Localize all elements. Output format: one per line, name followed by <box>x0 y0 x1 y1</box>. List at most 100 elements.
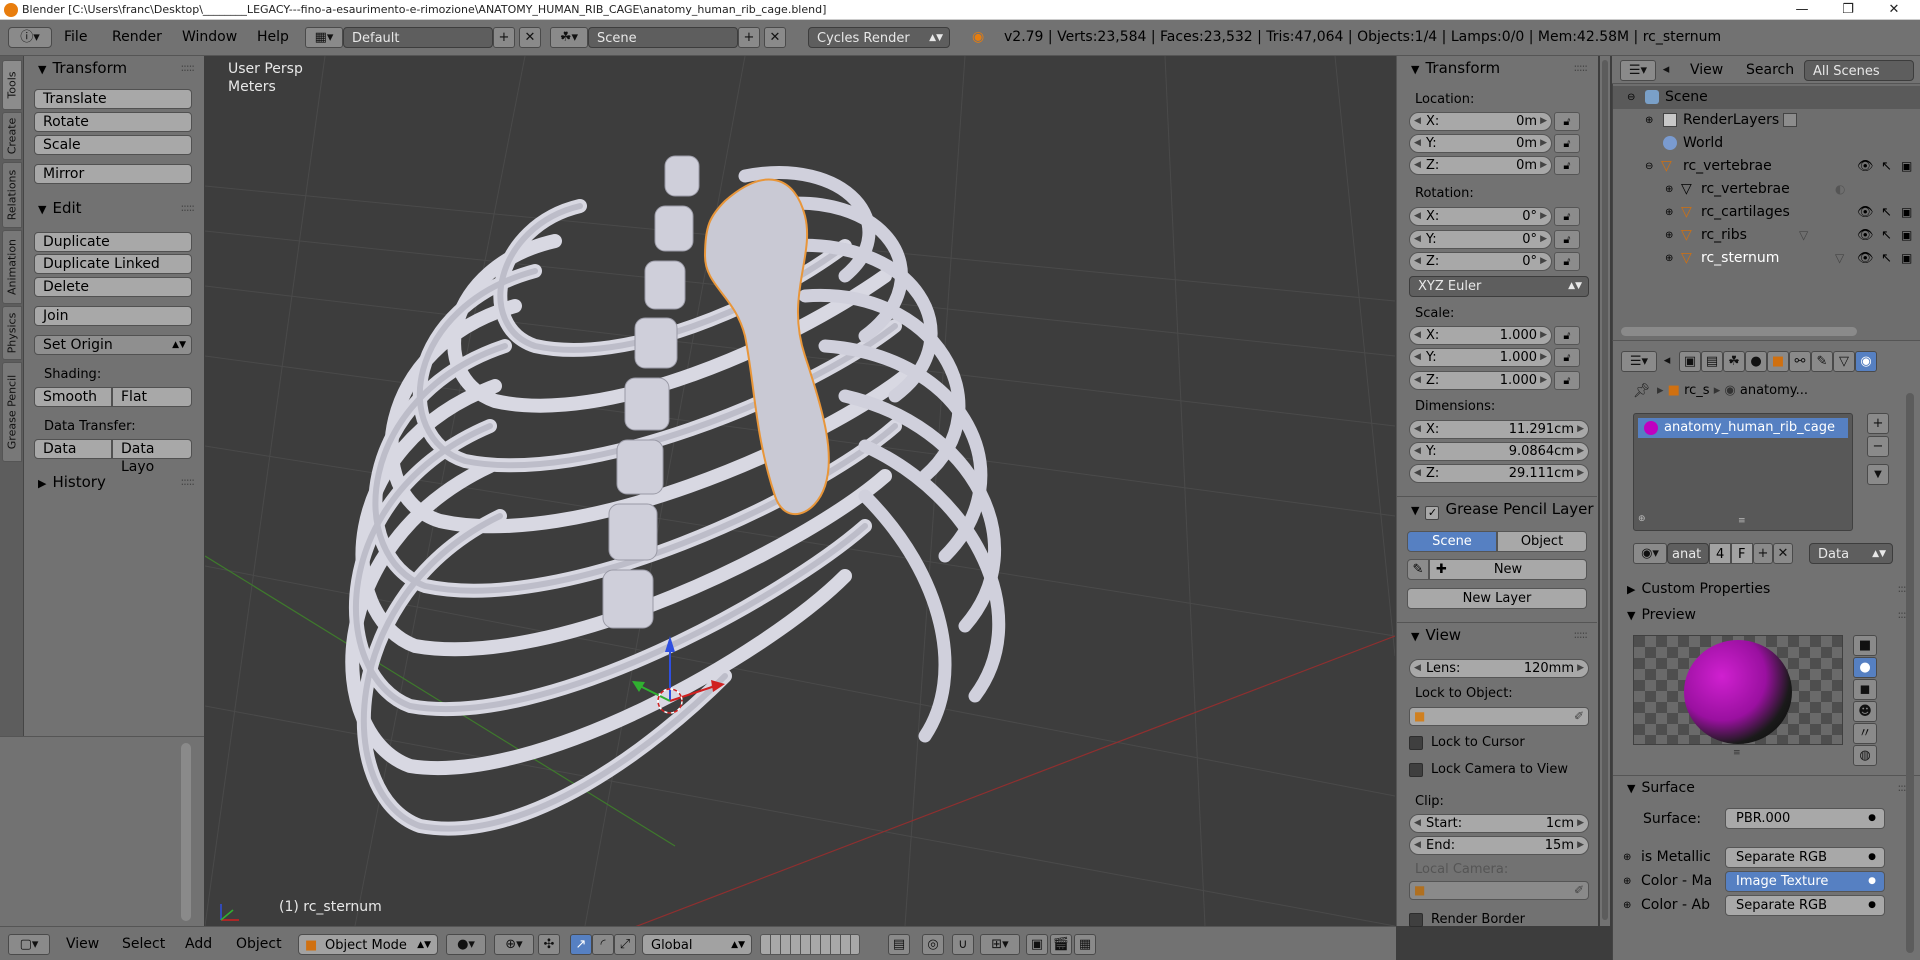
dimensions-y-field[interactable]: ◀ Y: 9.0864cm ▶ <box>1409 442 1589 461</box>
constraints-tab-icon[interactable]: ⚯ <box>1789 351 1811 372</box>
expand-input-icon[interactable]: ⊕ <box>1623 900 1631 911</box>
data-transfer-button[interactable]: Data <box>34 439 112 459</box>
lock-scale-y-icon[interactable]: 🔓︎ <box>1554 348 1580 367</box>
panel-edit-header[interactable]: ▼ Edit::::: <box>24 196 204 220</box>
expand-input-icon[interactable]: ⊕ <box>1623 876 1631 887</box>
menu-select[interactable]: Select <box>122 934 165 955</box>
proportional-edit-icon[interactable]: ◎ <box>922 934 944 955</box>
drag-grip-icon[interactable]: ::::: <box>180 196 194 220</box>
dimensions-z-field[interactable]: ◀ Z: 29.111cm ▶ <box>1409 464 1589 483</box>
scene-field[interactable]: Scene <box>588 27 738 48</box>
preview-header[interactable]: ▼ Preview::::: <box>1613 603 1920 627</box>
lock-rotation-x-icon[interactable]: 🔓︎ <box>1554 207 1580 226</box>
render-camera-icon[interactable]: ▣ <box>1901 247 1912 270</box>
preview-hair-icon[interactable]: 〃 <box>1853 723 1877 744</box>
color-ab-field[interactable]: Separate RGB ● <box>1725 895 1885 916</box>
surface-shader-field[interactable]: PBR.000 ● <box>1725 808 1885 829</box>
rotation-x-field[interactable]: ◀ X: 0° ▶ <box>1409 207 1552 226</box>
render-opengl-icon[interactable]: ▣ <box>1026 934 1048 955</box>
fake-user-button[interactable]: F <box>1731 543 1753 564</box>
duplicate-button[interactable]: Duplicate <box>34 232 192 252</box>
mode-dropdown[interactable]: ■ Object Mode ▲▼ <box>298 934 438 955</box>
editor-type-3d-view-icon[interactable]: ▢▾ <box>8 934 50 955</box>
rotation-y-field[interactable]: ◀ Y: 0° ▶ <box>1409 230 1552 249</box>
scale-manipulator-icon[interactable]: ⤢ <box>614 934 636 955</box>
material-browse-icon[interactable]: ◉▾ <box>1633 543 1667 564</box>
outliner-row-rc-sternum[interactable]: ⊕ ▽ rc_sternum ▽ 👁︎ ↖ ▣ <box>1613 247 1920 270</box>
rotation-z-field[interactable]: ◀ Z: 0° ▶ <box>1409 252 1552 271</box>
gp-new-button[interactable]: ✚ New <box>1429 559 1587 580</box>
modifiers-tab-icon[interactable]: ✎ <box>1811 351 1833 372</box>
outliner-row-renderlayers[interactable]: ⊕ RenderLayers <box>1613 109 1920 132</box>
rotation-mode-dropdown[interactable]: XYZ Euler ▲▼ <box>1409 276 1589 297</box>
3d-viewport[interactable]: User Persp Meters (1) rc_sternum <box>205 56 1395 926</box>
preview-sphere-icon[interactable]: ● <box>1853 657 1877 678</box>
outliner-scrollbar[interactable] <box>1621 327 1857 336</box>
outliner-menu-search[interactable]: Search <box>1746 60 1794 81</box>
header-collapse-icon[interactable]: ◂ <box>1658 60 1674 81</box>
remove-screen-icon[interactable]: ✕ <box>519 27 541 48</box>
grease-pencil-layer-header[interactable]: ▼ ✓ Grease Pencil Layer <box>1397 496 1597 520</box>
lock-location-z-icon[interactable]: 🔓︎ <box>1554 156 1580 175</box>
tool-shelf-scrollbar[interactable] <box>181 743 191 921</box>
eye-icon[interactable]: 👁︎ <box>1857 201 1874 224</box>
preview-flat-icon[interactable]: ■ <box>1853 635 1877 656</box>
transform-orientation-dropdown[interactable]: Global ▲▼ <box>642 934 752 955</box>
dimensions-x-field[interactable]: ◀ X: 11.291cm ▶ <box>1409 420 1589 439</box>
duplicate-linked-button[interactable]: Duplicate Linked <box>34 254 192 274</box>
gp-object-button[interactable]: Object <box>1497 531 1587 552</box>
properties-region-scrollbar[interactable] <box>1600 56 1610 926</box>
lock-to-object-field[interactable]: ■ ✐ <box>1409 707 1589 726</box>
layer-buttons[interactable] <box>760 934 860 955</box>
outliner-row-rc-cartilages[interactable]: ⊕ ▽ rc_cartilages 👁︎ ↖ ▣ <box>1613 201 1920 224</box>
color-ma-field[interactable]: Image Texture ● <box>1725 871 1885 892</box>
render-camera-icon[interactable]: ▣ <box>1901 155 1912 178</box>
lock-scale-x-icon[interactable]: 🔓︎ <box>1554 326 1580 345</box>
expand-input-icon[interactable]: ⊕ <box>1623 852 1631 863</box>
translate-manipulator-icon[interactable]: ↗ <box>570 934 592 955</box>
material-users-field[interactable]: 4 <box>1709 543 1731 564</box>
screen-layout-field[interactable]: Default <box>343 27 493 48</box>
surface-header[interactable]: ▼ Surface::::: <box>1613 775 1920 799</box>
drag-grip-icon[interactable]: ::::: <box>180 56 194 80</box>
slot-specials-icon[interactable]: ▼ <box>1867 464 1889 485</box>
lock-location-x-icon[interactable]: 🔓︎ <box>1554 112 1580 131</box>
scale-z-field[interactable]: ◀ Z: 1.000 ▶ <box>1409 371 1552 390</box>
render-engine-dropdown[interactable]: Cycles Render ▲▼ <box>808 27 950 48</box>
location-y-field[interactable]: ◀ Y: 0m ▶ <box>1409 134 1552 153</box>
scale-x-field[interactable]: ◀ X: 1.000 ▶ <box>1409 326 1552 345</box>
grease-pencil-checkbox[interactable]: ✓ <box>1425 506 1440 520</box>
flat-button[interactable]: Flat <box>112 387 192 407</box>
tab-tools[interactable]: Tools <box>2 60 22 110</box>
menu-add[interactable]: Add <box>185 934 212 955</box>
expand-icon[interactable]: ⊕ <box>1665 178 1673 201</box>
expand-icon[interactable]: ⊕ <box>1645 109 1653 132</box>
gp-scene-button[interactable]: Scene <box>1407 531 1497 552</box>
panel-transform-header[interactable]: ▼ Transform::::: <box>24 56 204 80</box>
snap-toggle-icon[interactable]: ∪ <box>952 934 974 955</box>
tab-relations[interactable]: Relations <box>2 162 22 228</box>
eye-icon[interactable]: 👁︎ <box>1857 247 1874 270</box>
drag-grip-icon[interactable]: ::::: <box>1573 56 1587 80</box>
render-tab-icon[interactable]: ▣ <box>1679 351 1701 372</box>
material-slot-row[interactable]: anatomy_human_rib_cage <box>1638 418 1848 438</box>
properties-editor-icon[interactable]: ☰▾ <box>1621 351 1657 372</box>
header-collapse-icon[interactable]: ◂ <box>1659 351 1675 372</box>
expand-icon[interactable]: ⊕ <box>1665 201 1673 224</box>
data-tab-icon[interactable]: ▽ <box>1833 351 1855 372</box>
render-camera-icon[interactable]: ▣ <box>1901 201 1912 224</box>
lock-camera-checkbox[interactable] <box>1409 763 1423 777</box>
lock-rotation-y-icon[interactable]: 🔓︎ <box>1554 230 1580 249</box>
outliner-row-rc-vertebrae-mesh[interactable]: ⊕ ▽ rc_vertebrae ◐ <box>1613 178 1920 201</box>
snap-element-icon[interactable]: ⊞▾ <box>980 934 1020 955</box>
viewport-shading-icon[interactable]: ●▾ <box>446 934 486 955</box>
outliner-menu-view[interactable]: View <box>1690 60 1723 81</box>
render-layers-tab-icon[interactable]: ▤ <box>1701 351 1723 372</box>
render-camera-icon[interactable]: ▣ <box>1901 224 1912 247</box>
viewport-extra-icon[interactable]: ▦ <box>1074 934 1096 955</box>
editor-type-info-icon[interactable]: ⓘ▾ <box>8 27 52 48</box>
expand-icon[interactable]: ⊕ <box>1665 247 1673 270</box>
object-tab-icon[interactable]: ■ <box>1767 351 1789 372</box>
close-button[interactable]: ✕ <box>1874 0 1914 19</box>
collapse-icon[interactable]: ⊖ <box>1645 155 1653 178</box>
